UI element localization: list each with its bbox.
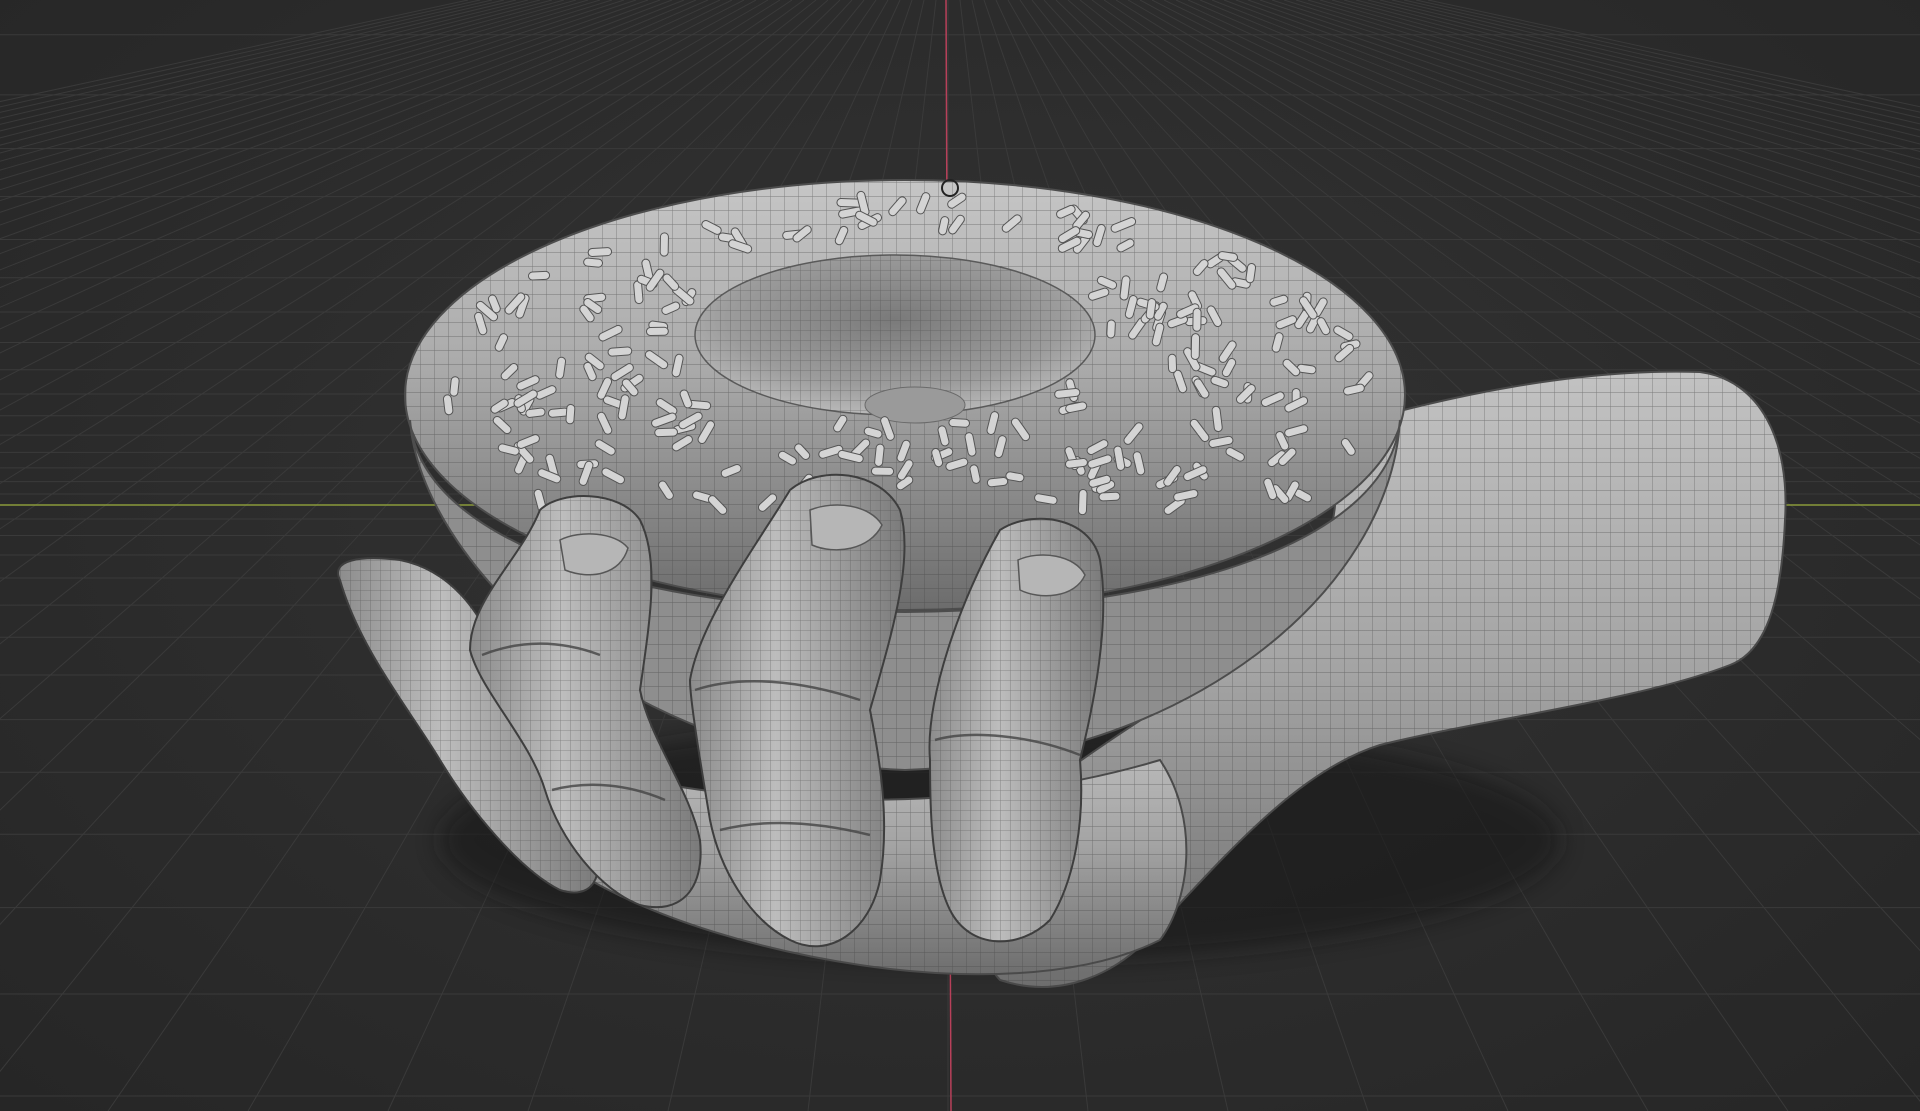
- sprinkle: [583, 257, 604, 268]
- sprinkle: [870, 466, 895, 476]
- donut-hole-inner: [864, 386, 966, 424]
- sprinkle: [1106, 319, 1116, 339]
- sprinkle: [874, 443, 885, 467]
- sprinkle: [1077, 489, 1088, 516]
- viewport-canvas[interactable]: [0, 0, 1920, 1111]
- sprinkle: [948, 418, 971, 428]
- sprinkle: [659, 232, 669, 257]
- sprinkle: [587, 247, 613, 257]
- sprinkle: [986, 476, 1009, 488]
- sprinkle: [449, 376, 460, 397]
- 3d-viewport[interactable]: [0, 0, 1920, 1111]
- sprinkle: [1098, 491, 1121, 502]
- sprinkle: [565, 403, 576, 425]
- sprinkle: [654, 427, 678, 438]
- sprinkle: [1167, 353, 1178, 374]
- sprinkle: [607, 346, 633, 357]
- sprinkle: [645, 326, 669, 337]
- sprinkle: [527, 270, 551, 281]
- sprinkle: [1190, 333, 1201, 361]
- sprinkle: [1192, 307, 1202, 332]
